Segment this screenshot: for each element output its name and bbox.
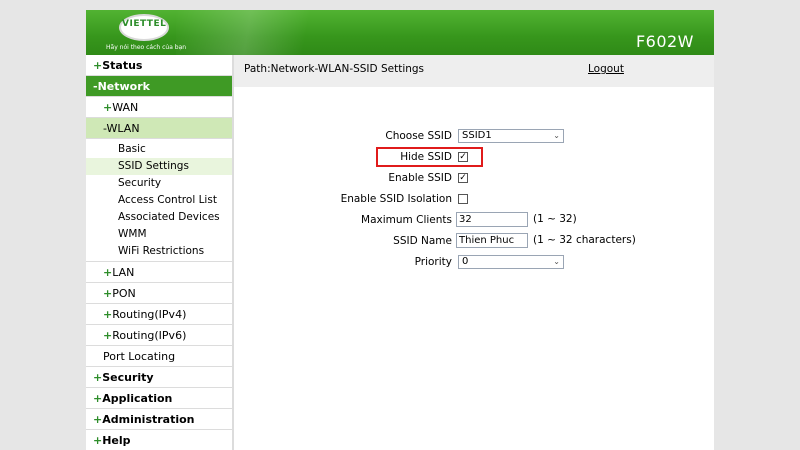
hide-ssid-highlight-box [376,147,483,167]
sidebar-item-label: PON [112,287,136,300]
slogan: Hãy nói theo cách của bạn [106,44,187,51]
maximum-clients-label: Maximum Clients [361,214,452,226]
enable-ssid-isolation-checkbox[interactable] [458,194,468,204]
sidebar-item-label: Administration [102,413,195,426]
sidebar-item-label: Network [97,80,150,93]
sidebar-item-label: WAN [112,101,139,114]
choose-ssid-label: Choose SSID [385,130,452,142]
plus-icon: + [103,329,113,342]
priority-select[interactable]: 0 ⌄ [458,255,564,269]
sidebar-item-administration[interactable]: +Administration [86,409,232,430]
sidebar-item-routing-ipv4[interactable]: +Routing(IPv4) [86,304,232,325]
ssid-name-hint: (1 ~ 32 characters) [533,234,636,246]
sidebar-item-label: Status [102,59,143,72]
sidebar-item-wlan[interactable]: -WLAN [86,118,232,139]
plus-icon: + [93,59,103,72]
sidebar-item-status[interactable]: +Status [86,55,232,76]
chevron-down-icon: ⌄ [553,131,560,140]
router-admin-page: VIETTEL Hãy nói theo cách của bạn F602W … [86,10,714,450]
sidebar-item-associated-devices[interactable]: Associated Devices [86,209,232,226]
plus-icon: + [93,392,103,405]
sidebar-item-label: Routing(IPv6) [112,329,187,342]
sidebar-item-wlan-security[interactable]: Security [86,175,232,192]
sidebar-item-wifi-restrictions[interactable]: WiFi Restrictions [86,243,232,262]
sidebar-item-basic[interactable]: Basic [86,141,232,158]
priority-label: Priority [414,256,452,268]
plus-icon: + [93,434,103,447]
ssid-name-label: SSID Name [393,235,452,247]
plus-icon: + [93,413,103,426]
enable-ssid-checkbox[interactable]: ✓ [458,173,468,183]
enable-ssid-label: Enable SSID [388,172,452,184]
priority-value: 0 [462,256,469,267]
plus-icon: + [93,371,103,384]
sidebar-item-network[interactable]: -Network [86,76,232,97]
plus-icon: + [103,308,113,321]
sidebar-item-access-control-list[interactable]: Access Control List [86,192,232,209]
maximum-clients-hint: (1 ~ 32) [533,213,577,225]
sidebar-item-security[interactable]: +Security [86,367,232,388]
enable-ssid-isolation-label: Enable SSID Isolation [340,193,452,205]
sidebar-item-ssid-settings[interactable]: SSID Settings [86,158,232,175]
sidebar-item-label: Security [102,371,154,384]
sidebar-item-application[interactable]: +Application [86,388,232,409]
device-model: F602W [635,32,694,51]
choose-ssid-select[interactable]: SSID1 ⌄ [458,129,564,143]
plus-icon: + [103,101,113,114]
sidebar-item-pon[interactable]: +PON [86,283,232,304]
logout-link[interactable]: Logout [588,63,624,75]
sidebar-item-label: Routing(IPv4) [112,308,187,321]
sidebar-item-routing-ipv6[interactable]: +Routing(IPv6) [86,325,232,346]
plus-icon: + [103,287,113,300]
sidebar-item-label: WLAN [106,122,140,135]
sidebar-item-help[interactable]: +Help [86,430,232,450]
maximum-clients-input[interactable]: 32 [456,212,528,227]
breadcrumb-bar: Path:Network-WLAN-SSID Settings Logout [234,55,714,87]
breadcrumb: Path:Network-WLAN-SSID Settings [244,63,425,75]
choose-ssid-value: SSID1 [462,130,492,141]
sidebar-item-lan[interactable]: +LAN [86,262,232,283]
header-decoration [176,10,336,55]
sidebar-item-wan[interactable]: +WAN [86,97,232,118]
logo-text: VIETTEL [122,19,167,29]
sidebar-item-wmm[interactable]: WMM [86,226,232,243]
chevron-down-icon: ⌄ [553,257,560,266]
sidebar-item-label: Help [102,434,131,447]
ssid-name-input[interactable]: Thien Phuc [456,233,528,248]
sidebar-item-port-locating[interactable]: Port Locating [86,346,232,367]
header-bar: VIETTEL Hãy nói theo cách của bạn F602W [86,10,714,55]
sidebar-item-label: LAN [112,266,135,279]
sidebar-nav: +Status -Network +WAN -WLAN Basic SSID S… [86,55,234,450]
plus-icon: + [103,266,113,279]
sidebar-item-label: Application [102,392,173,405]
